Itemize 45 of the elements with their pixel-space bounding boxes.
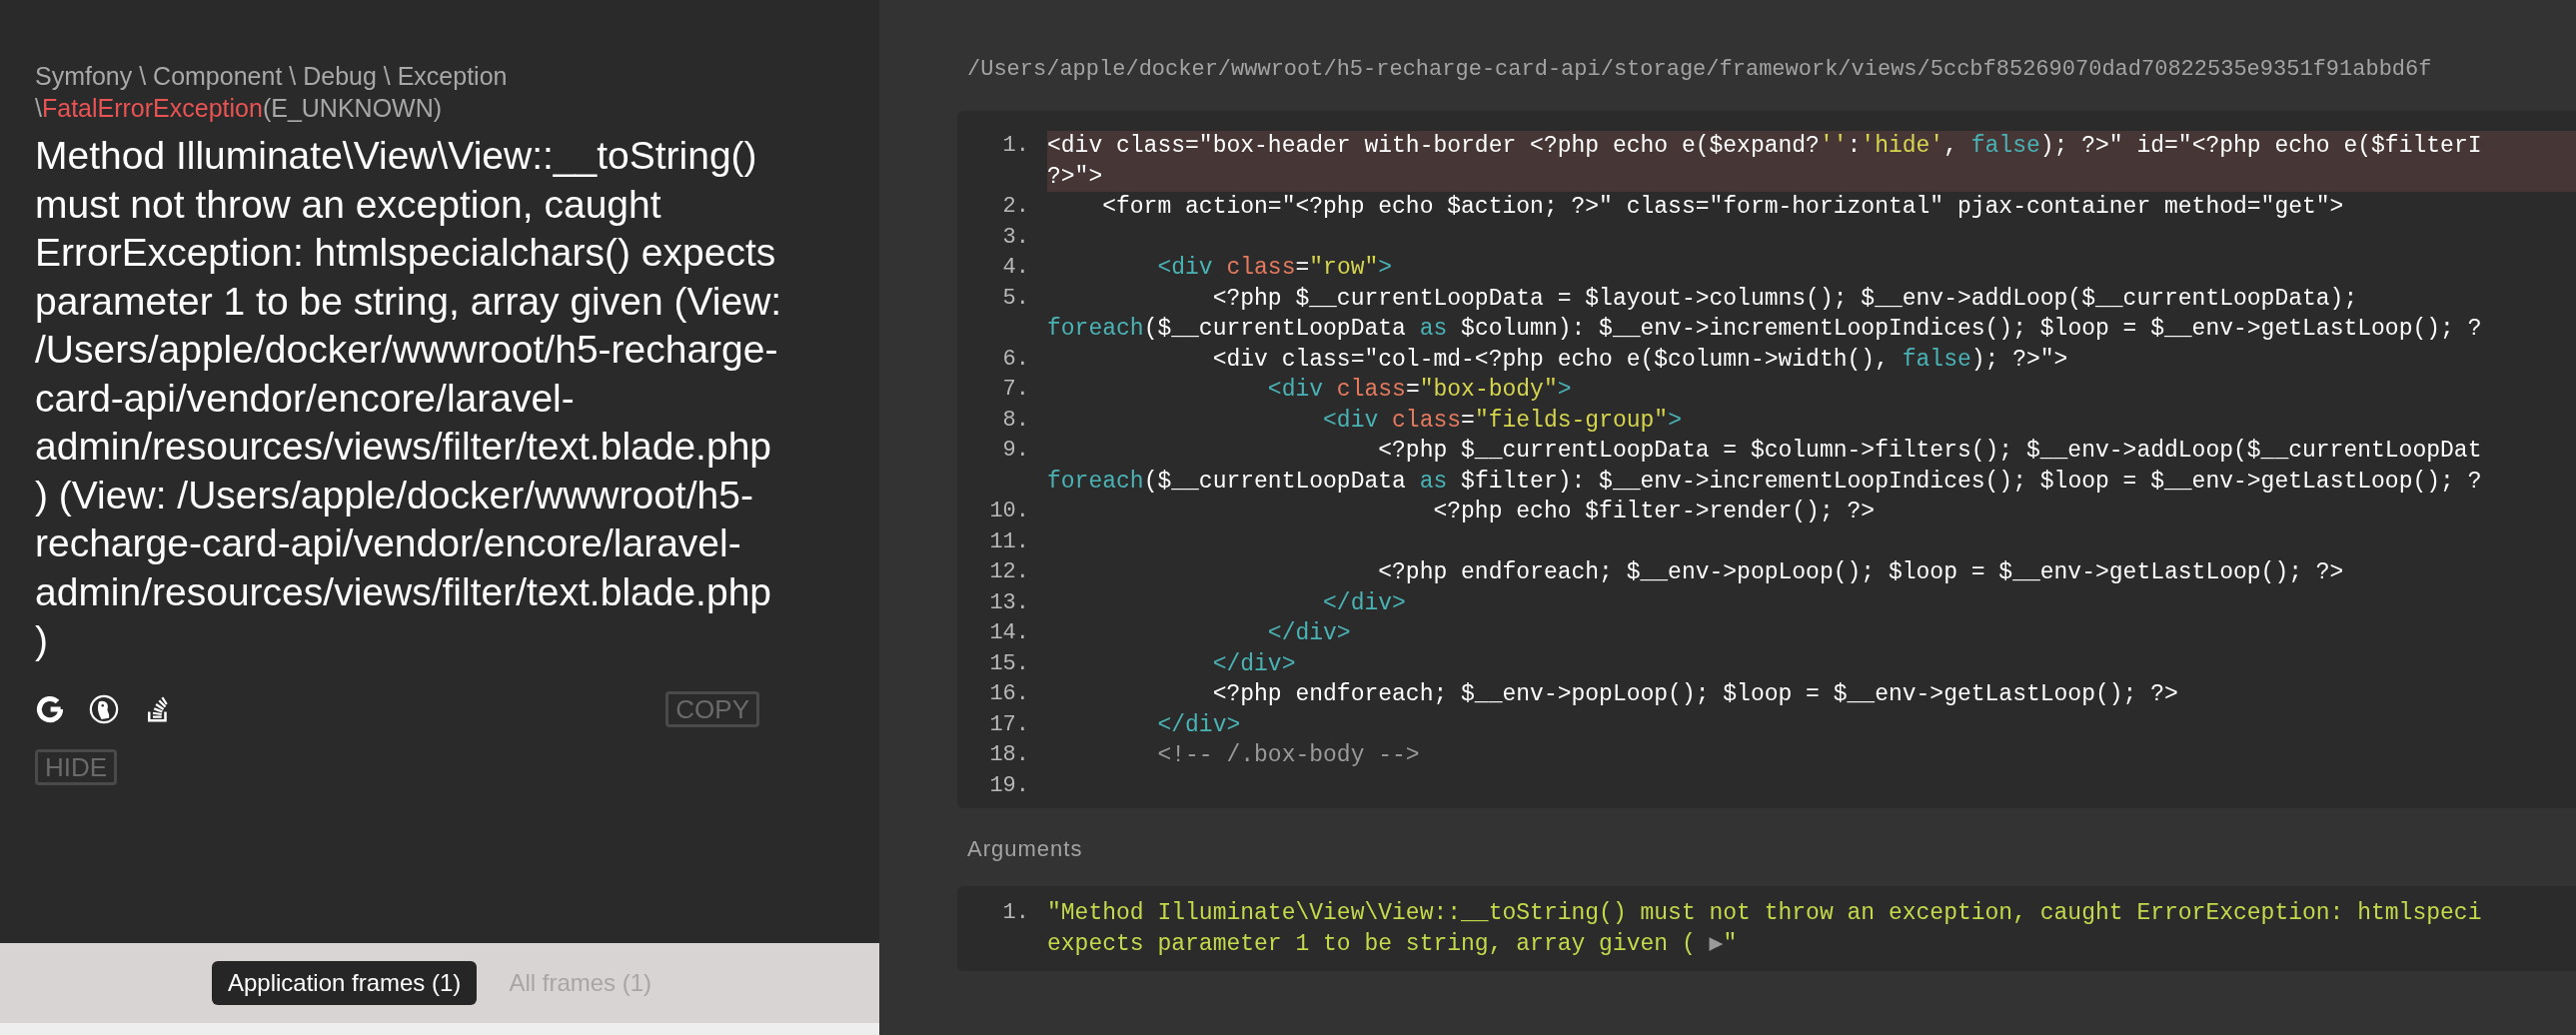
code-line: <?php endforeach; $__env->popLoop(); $loop = $__env->getLastLoop(); ?>	[1211, 680, 2179, 709]
line-number: 7.	[1001, 376, 1030, 404]
exception-message: Method Illuminate\View\View::__toString() must not throw an exception, caught ErrorException: htmlspecialchars() expects parameter 1 to be string, array given (View: /Users/apple/docker/wwwroot/h5-recharge-card-api/vendor/encore/laravel-admin/resources/views/filter/text.blade.php) (View: /Users/apple/docker/wwwroot/h5-recharge-card-api/vendor/encore/laravel-admin/resources/views/filter/text.blade.php)	[35, 133, 782, 663]
code-line: <form action="<?php echo $action; ?>" class="form-horizontal" pjax-container method="get">	[1101, 193, 2345, 222]
exception-class: Symfony \ Component \ Debug \ Exception \FatalErrorException(E_UNKNOWN)	[35, 61, 509, 124]
code-line: <?php echo $filter->render(); ?>	[1432, 498, 1877, 526]
arguments-heading: Arguments	[966, 836, 1084, 862]
line-number: 11.	[988, 527, 1030, 556]
file-path: /Users/apple/docker/wwwroot/h5-recharge-card-api/storage/framework/views/5ccbf85269070dad70822535e9351f91abbd6f	[966, 56, 2433, 84]
argument-value: "Method Illuminate\View\View::__toString() must not throw an exception, caught ErrorException: htmlspeci expects parameter 1 to be string, array given ( ▶"	[1047, 899, 2483, 959]
line-number: 5.	[1001, 284, 1030, 313]
line-number: 14.	[988, 619, 1030, 647]
line-number: 10.	[988, 498, 1030, 525]
frames-tab[interactable]: Application frames (1)	[211, 961, 478, 1005]
line-number: 15.	[988, 649, 1030, 678]
line-number: 18.	[988, 741, 1030, 769]
line-number: 3.	[1001, 223, 1030, 252]
duck-icon[interactable]	[89, 693, 119, 724]
google-search-icon[interactable]	[35, 693, 65, 724]
line-number: 9.	[1001, 437, 1030, 465]
line-number: 8.	[1001, 406, 1030, 435]
line-number: 12.	[988, 558, 1030, 586]
code-line: <!-- /.box-body -->	[1156, 741, 1421, 770]
code-line: </div>	[1211, 649, 1297, 679]
code-line: <?php $__currentLoopData = $layout->columns(); $__env->addLoop($__currentLoopData); foreach($__currentLoopData as $column): $__env->incrementLoopIndices(); $loop = $__env->getLastLoop(); ?	[1047, 284, 2483, 344]
line-number: 17.	[988, 710, 1030, 739]
code-line: </div>	[1156, 710, 1242, 740]
copy-button[interactable]: COPY	[665, 690, 759, 727]
code-line: <div class="row">	[1156, 254, 1394, 283]
line-number: 13.	[988, 588, 1030, 617]
line-number: 6.	[1001, 345, 1030, 374]
code-line: </div>	[1322, 588, 1407, 618]
hide-button[interactable]: HIDE	[35, 748, 118, 785]
line-number: 2.	[1001, 193, 1030, 221]
code-line: <div class="box-body">	[1266, 376, 1573, 405]
code-line: <div class="fields-group">	[1322, 406, 1683, 436]
line-number: 16.	[988, 680, 1030, 708]
code-line: </div>	[1266, 619, 1352, 648]
line-number: 4.	[1001, 254, 1030, 282]
argument-number: 1.	[1001, 899, 1030, 927]
code-line: <div class="col-md-<?php echo e($column->width(), false); ?>">	[1211, 345, 2069, 375]
code-line: <?php $__currentLoopData = $column->filters(); $__env->addLoop($__currentLoopDat foreach($__currentLoopData as $filter): $__env->incrementLoopIndices(); $loop = $__env->getLastLoop(); ?	[1047, 437, 2483, 497]
code-line: <?php endforeach; $__env->popLoop(); $loop = $__env->getLastLoop(); ?>	[1377, 558, 2345, 587]
line-number: 1.	[1001, 132, 1030, 160]
line-number: 19.	[988, 771, 1030, 800]
